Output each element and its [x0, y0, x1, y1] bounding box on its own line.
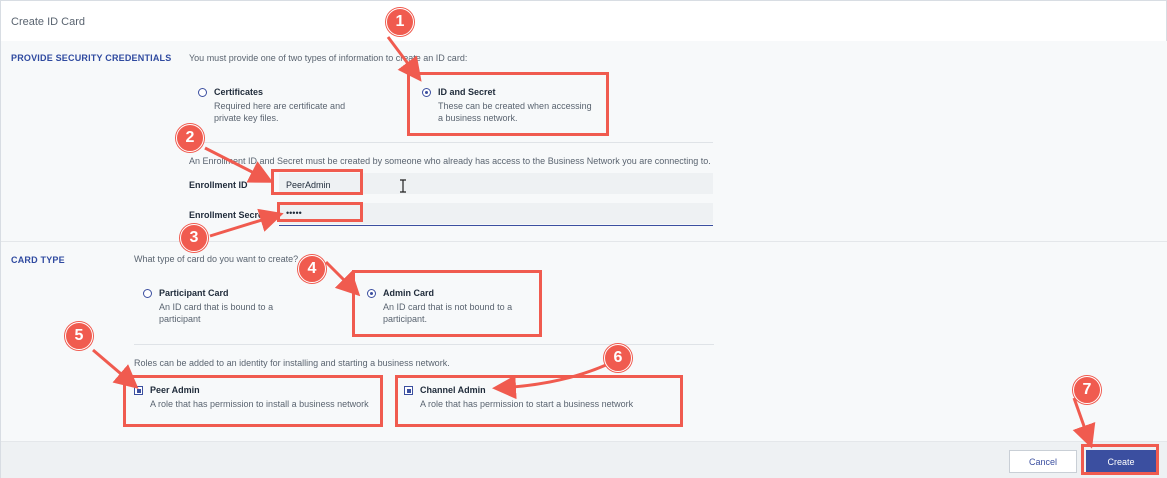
id-and-secret-radio[interactable]: [422, 88, 431, 97]
enrollment-secret-value: •••••: [286, 208, 302, 218]
participant-card-title: Participant Card: [159, 288, 229, 298]
admin-card-desc: An ID card that is not bound to a partic…: [383, 302, 513, 324]
admin-card-title: Admin Card: [383, 288, 435, 298]
card-type-section-label: CARD TYPE: [11, 255, 65, 265]
credentials-section: PROVIDE SECURITY CREDENTIALS You must pr…: [1, 41, 1167, 241]
certificates-radio[interactable]: [198, 88, 207, 97]
role-peer-admin[interactable]: Peer Admin A role that has permission to…: [134, 385, 384, 415]
participant-card-desc: An ID card that is bound to a participan…: [159, 302, 274, 324]
create-id-card-dialog: Create ID Card PROVIDE SECURITY CREDENTI…: [0, 0, 1167, 478]
create-button[interactable]: Create: [1086, 450, 1156, 473]
certificates-desc: Required here are certificate and privat…: [214, 101, 346, 123]
id-and-secret-title: ID and Secret: [438, 87, 496, 97]
certificates-title: Certificates: [214, 87, 264, 97]
enrollment-secret-underline: [279, 225, 713, 226]
option-id-and-secret[interactable]: ID and Secret These can be created when …: [422, 87, 602, 127]
role-channel-admin[interactable]: Channel Admin A role that has permission…: [404, 385, 664, 415]
enrollment-secret-label: Enrollment Secret: [189, 210, 267, 220]
card-type-section: CARD TYPE What type of card do you want …: [1, 241, 1167, 441]
roles-note: Roles can be added to an identity for in…: [134, 358, 450, 368]
credentials-section-label: PROVIDE SECURITY CREDENTIALS: [11, 53, 172, 63]
credentials-intro: You must provide one of two types of inf…: [189, 53, 468, 63]
enrollment-secret-input[interactable]: [279, 203, 713, 224]
option-participant-card[interactable]: Participant Card An ID card that is boun…: [143, 288, 323, 328]
enrollment-id-value: PeerAdmin: [286, 180, 331, 190]
option-certificates[interactable]: Certificates Required here are certifica…: [198, 87, 378, 127]
dialog-footer: [1, 441, 1167, 478]
enrollment-id-input[interactable]: [279, 173, 713, 194]
credentials-divider: [189, 142, 713, 143]
option-admin-card[interactable]: Admin Card An ID card that is not bound …: [367, 288, 547, 328]
enrollment-note: An Enrollment ID and Secret must be crea…: [189, 156, 711, 166]
card-type-intro: What type of card do you want to create?: [134, 254, 299, 264]
channel-admin-title: Channel Admin: [420, 385, 486, 395]
admin-card-radio[interactable]: [367, 289, 376, 298]
participant-card-radio[interactable]: [143, 289, 152, 298]
peer-admin-desc: A role that has permission to install a …: [150, 399, 369, 409]
peer-admin-title: Peer Admin: [150, 385, 200, 395]
id-and-secret-desc: These can be created when accessing a bu…: [438, 101, 592, 123]
text-cursor-icon: [400, 179, 406, 193]
dialog-title: Create ID Card: [11, 16, 85, 28]
peer-admin-checkbox[interactable]: [134, 386, 143, 395]
channel-admin-checkbox[interactable]: [404, 386, 413, 395]
enrollment-id-label: Enrollment ID: [189, 180, 248, 190]
cancel-button[interactable]: Cancel: [1009, 450, 1077, 473]
card-type-divider: [134, 344, 714, 345]
channel-admin-desc: A role that has permission to start a bu…: [420, 399, 634, 409]
